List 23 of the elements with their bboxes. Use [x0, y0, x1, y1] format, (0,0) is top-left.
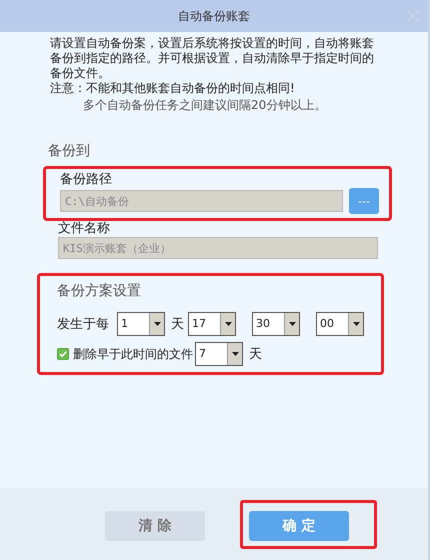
occurs-label: 发生于每	[57, 316, 109, 333]
field-label: 备份路径	[60, 172, 113, 188]
instruction-text: 请设置自动备份案，设置后系统将按设置的时间，自动将账套备份到指定的路径。并可根据设置，自动清除早于指定时间的备份文件。	[50, 36, 375, 81]
dropdown[interactable]: 30	[252, 312, 300, 336]
tip-text: 多个自动备份任务之间建议间隔20分钟以上。	[83, 98, 328, 113]
section-heading: 备份方案设置	[57, 282, 142, 300]
checkbox[interactable]	[57, 348, 69, 360]
field-label: 文件名称	[58, 221, 111, 237]
dropdown-arrow-icon	[154, 322, 160, 326]
dropdown[interactable]: 00	[316, 312, 364, 336]
unit-label: 天	[171, 316, 184, 333]
dropdown-arrow-icon	[288, 322, 296, 326]
dropdown-arrow-icon	[352, 322, 360, 326]
dropdown[interactable]: 17	[188, 312, 236, 336]
checkbox-label: 删除早于此时间的文件	[73, 346, 193, 362]
dropdown[interactable]: 7	[195, 342, 243, 366]
window-title: 自动备份账套	[178, 8, 250, 24]
dropdown[interactable]: 1	[117, 312, 165, 336]
note-text: 注意：不能和其他账套自动备份的时间点相同!	[50, 81, 296, 96]
section-heading: 备份到	[48, 142, 91, 160]
dropdown-arrow-icon	[232, 352, 238, 356]
dropdown-arrow-icon	[224, 322, 232, 326]
unit-label: 天	[249, 346, 262, 363]
